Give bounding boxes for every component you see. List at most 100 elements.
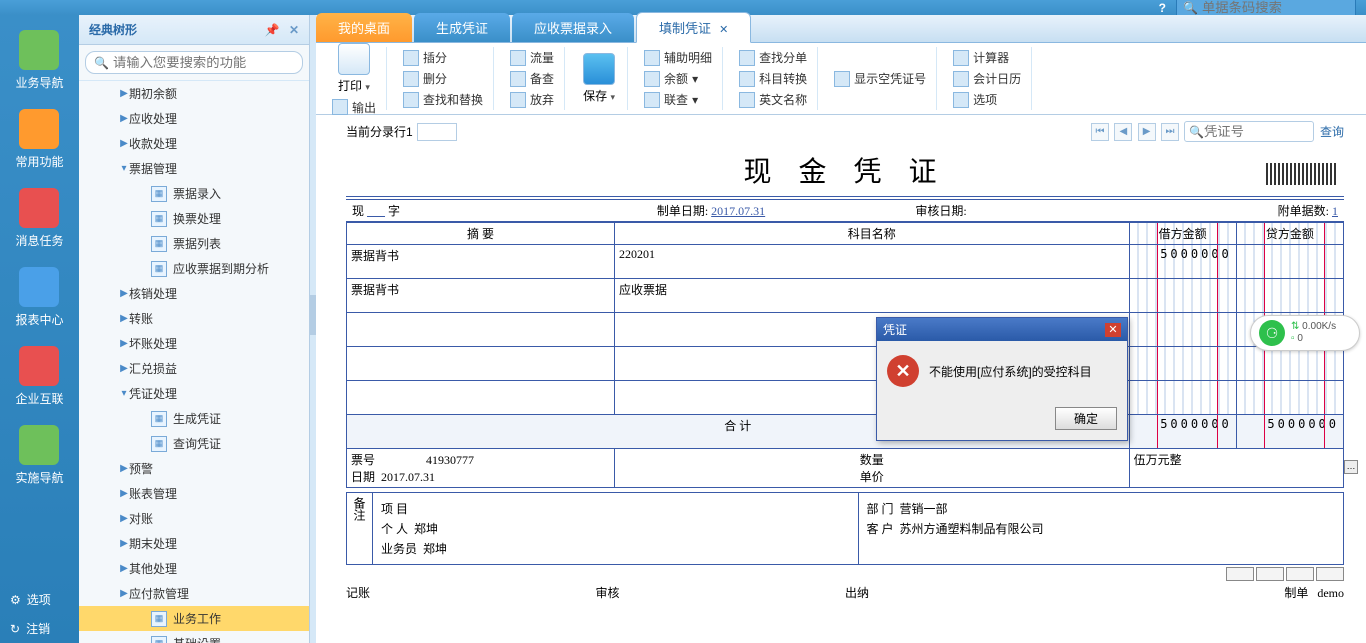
english-name-button[interactable]: 英文名称 [737,90,809,109]
tree-node[interactable]: ▶收款处理 [79,131,309,156]
global-search-input[interactable] [1202,0,1342,15]
cell-summary[interactable] [347,313,615,347]
chevron-icon[interactable]: ▶ [119,513,129,524]
tree-node[interactable]: ▦基础设置 [79,631,309,643]
cell-debit[interactable]: 5000000 [1129,245,1236,279]
help-icon[interactable]: ? [1159,1,1166,15]
linked-query-button[interactable]: 联查 ▾ [642,90,714,109]
show-empty-voucher-button[interactable]: 显示空凭证号 [832,69,928,88]
tree-node[interactable]: ▦票据列表 [79,231,309,256]
calculator-button[interactable]: 计算器 [951,48,1023,67]
network-widget[interactable]: ⚆ ⇅ 0.00K/s ▫ 0 [1250,315,1360,351]
tree-node[interactable]: ▶应付款管理 [79,581,309,606]
stamp-buttons[interactable] [346,567,1344,584]
chevron-icon[interactable]: ▶ [119,88,129,99]
chevron-icon[interactable]: ▾ [119,163,129,174]
current-row-input[interactable] [417,123,457,141]
find-sheet-button[interactable]: 查找分单 [737,48,809,67]
convert-account-button[interactable]: 科目转换 [737,69,809,88]
tab[interactable]: 生成凭证 [414,13,510,42]
cell-credit[interactable] [1236,279,1343,313]
lookup-button[interactable]: … [1344,460,1358,474]
cell-debit[interactable] [1129,347,1236,381]
cell-summary[interactable]: 票据背书 [347,245,615,279]
ok-button[interactable]: 确定 [1055,407,1117,430]
stamp-icon[interactable] [1226,567,1254,581]
voucher-date[interactable]: 2017.07.31 [711,204,765,218]
tree-node[interactable]: ▶账表管理 [79,481,309,506]
cell-credit[interactable] [1236,381,1343,415]
chevron-icon[interactable]: ▶ [119,113,129,124]
tab[interactable]: 填制凭证✕ [636,12,751,43]
cell-debit[interactable] [1129,313,1236,347]
cell-debit[interactable] [1129,381,1236,415]
stamp-icon[interactable] [1286,567,1314,581]
tree-node[interactable]: ▶预警 [79,456,309,481]
tree-search-input[interactable] [113,55,294,70]
tree-node[interactable]: ▶转账 [79,306,309,331]
backup-button[interactable]: 备查 [508,69,556,88]
tree-node[interactable]: ▶对账 [79,506,309,531]
chevron-icon[interactable]: ▶ [119,313,129,324]
tree-node[interactable]: ▶汇兑损益 [79,356,309,381]
cell-summary[interactable]: 票据背书 [347,279,615,313]
chevron-icon[interactable]: ▶ [119,588,129,599]
calendar-button[interactable]: 会计日历 [951,69,1023,88]
voucher-grid[interactable]: 摘 要 科目名称 借方金额 贷方金额 票据背书 220201 5000000 票… [346,222,1344,488]
tab[interactable]: 应收票据录入 [512,13,634,42]
options-button[interactable]: 选项 [951,90,1023,109]
tree-node[interactable]: ▶其他处理 [79,556,309,581]
cell-credit[interactable] [1236,245,1343,279]
tree-search[interactable]: 🔍 [85,51,303,74]
rail-item[interactable]: 报表中心 [15,267,63,328]
output-button[interactable]: 输出 [330,98,378,117]
cell-summary[interactable] [347,381,615,415]
tree-node[interactable]: ▶坏账处理 [79,331,309,356]
chevron-icon[interactable]: ▶ [119,363,129,374]
tree-node[interactable]: ▦生成凭证 [79,406,309,431]
pin-icon[interactable]: 📌 [265,23,280,37]
tab[interactable]: 我的桌面 [316,13,412,42]
rail-item[interactable]: 业务导航 [15,30,63,91]
cell-debit[interactable] [1129,279,1236,313]
voucher-row[interactable] [347,381,1344,415]
chevron-icon[interactable]: ▶ [119,288,129,299]
tree-node[interactable]: ▦查询凭证 [79,431,309,456]
flow-button[interactable]: 流量 [508,48,556,67]
tree-node[interactable]: ▦应收票据到期分析 [79,256,309,281]
tree-node[interactable]: ▾票据管理 [79,156,309,181]
chevron-icon[interactable]: ▶ [119,538,129,549]
tree-node[interactable]: ▶期初余额 [79,81,309,106]
nav-prev-button[interactable]: ◀ [1114,123,1132,141]
voucher-row[interactable]: 票据背书 应收票据 [347,279,1344,313]
tree-node[interactable]: ▾凭证处理 [79,381,309,406]
save-button[interactable]: 保存 ▾ [579,51,619,106]
rail-bottom-item[interactable]: ↻注销 [0,614,79,643]
chevron-icon[interactable]: ▶ [119,138,129,149]
voucher-no-input[interactable] [1204,124,1304,139]
chevron-icon[interactable]: ▾ [119,388,129,399]
rail-bottom-item[interactable]: ⚙选项 [0,585,79,614]
close-icon[interactable]: ✕ [1105,323,1121,337]
nav-first-button[interactable]: ⏮ [1091,123,1109,141]
chevron-icon[interactable]: ▶ [119,338,129,349]
cell-credit[interactable] [1236,347,1343,381]
chevron-icon[interactable]: ▶ [119,488,129,499]
rail-item[interactable]: 消息任务 [15,188,63,249]
chevron-icon[interactable]: ▶ [119,563,129,574]
stamp-icon[interactable] [1256,567,1284,581]
close-panel-icon[interactable]: ✕ [289,23,299,37]
voucher-search[interactable]: 🔍 [1184,121,1314,142]
query-link[interactable]: 查询 [1320,123,1344,140]
tree-node[interactable]: ▶核销处理 [79,281,309,306]
rail-item[interactable]: 企业互联 [15,346,63,407]
aux-detail-button[interactable]: 辅助明细 [642,48,714,67]
nav-next-button[interactable]: ▶ [1138,123,1156,141]
print-button[interactable]: 打印 ▾ [334,41,374,96]
cell-account[interactable]: 220201 [615,245,1130,279]
find-replace-button[interactable]: 查找和替换 [401,90,485,109]
close-icon[interactable]: ✕ [719,24,728,36]
insert-row-button[interactable]: 插分 [401,48,485,67]
rail-item[interactable]: 实施导航 [15,425,63,486]
tree-node[interactable]: ▶期末处理 [79,531,309,556]
